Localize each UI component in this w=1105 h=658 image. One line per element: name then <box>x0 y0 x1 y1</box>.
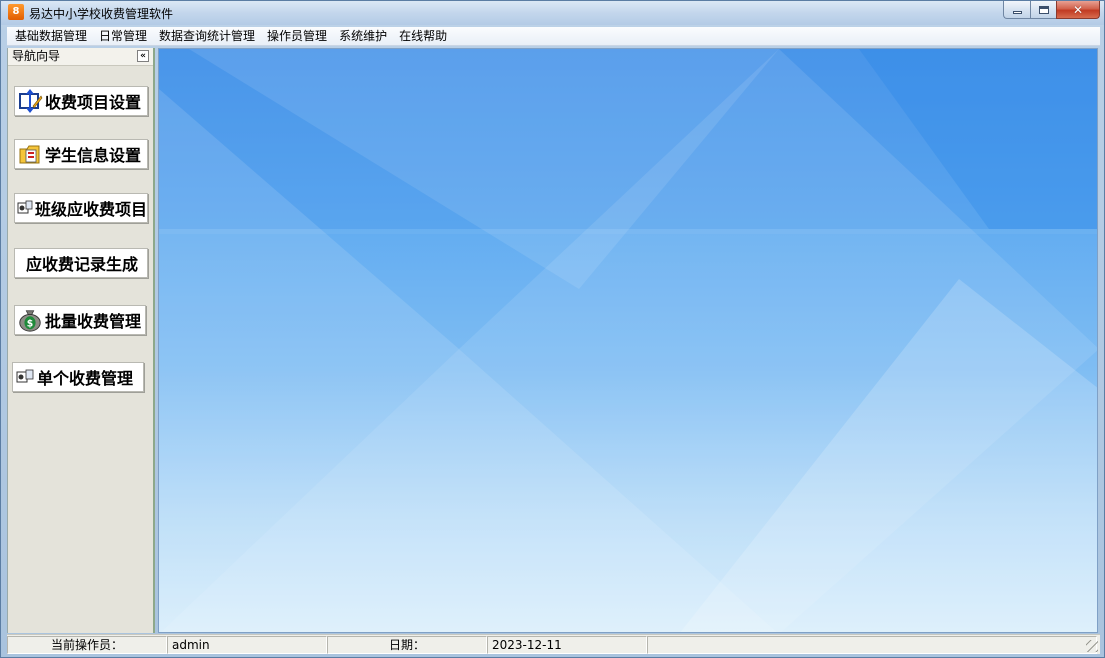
close-button[interactable]: ✕ <box>1056 1 1100 19</box>
nav-panel: 导航向导 « 收费项目设置 学生信息设置 班级应收费项目 应收费记录生成 $ 批… <box>7 48 155 633</box>
student-info-icon <box>17 141 43 167</box>
operator-label: 当前操作员： <box>7 636 167 654</box>
background-artwork <box>159 49 1097 632</box>
nav-button-label: 单个收费管理 <box>37 369 134 388</box>
nav-button-label: 应收费记录生成 <box>25 255 138 274</box>
status-extra <box>647 636 1097 654</box>
money-bag-icon: $ <box>17 307 43 333</box>
minimize-button[interactable] <box>1003 1 1030 19</box>
nav-header: 导航向导 « <box>8 48 153 66</box>
nav-title: 导航向导 <box>12 49 61 63</box>
nav-button-fee-items[interactable]: 收费项目设置 <box>14 86 148 116</box>
date-value: 2023-12-11 <box>487 636 647 654</box>
minimize-icon <box>1012 11 1022 14</box>
menu-help[interactable]: 在线帮助 <box>393 27 453 46</box>
maximize-icon <box>1038 5 1049 14</box>
nav-button-label: 批量收费管理 <box>45 312 142 331</box>
window-title: 易达中小学校收费管理软件 <box>29 7 174 21</box>
nav-button-student-info[interactable]: 学生信息设置 <box>14 139 148 169</box>
maximize-button[interactable] <box>1030 1 1056 19</box>
svg-text:$: $ <box>27 319 33 330</box>
nav-button-label: 学生信息设置 <box>45 146 142 165</box>
date-label: 日期： <box>327 636 487 654</box>
nav-button-label: 收费项目设置 <box>45 93 142 112</box>
fee-items-icon <box>17 88 43 114</box>
nav-button-class-fee[interactable]: 班级应收费项目 <box>14 193 148 223</box>
main-workspace <box>158 48 1098 633</box>
menu-daily[interactable]: 日常管理 <box>93 27 153 46</box>
nav-button-label: 班级应收费项目 <box>35 200 148 219</box>
close-icon: ✕ <box>1072 2 1084 17</box>
collapse-button[interactable]: « <box>137 50 149 62</box>
resize-grip[interactable] <box>1086 640 1098 652</box>
menu-basic-data[interactable]: 基础数据管理 <box>9 27 93 46</box>
nav-button-batch-fee[interactable]: $ 批量收费管理 <box>14 305 146 335</box>
window-controls: ✕ <box>1003 1 1100 19</box>
single-fee-icon <box>15 364 35 390</box>
class-fee-icon <box>17 195 33 221</box>
menu-operator[interactable]: 操作员管理 <box>261 27 333 46</box>
app-window: 8 易达中小学校收费管理软件 ✕ 基础数据管理 日常管理 数据查询统计管理 操作… <box>0 0 1105 658</box>
app-icon[interactable]: 8 <box>8 4 24 20</box>
menu-bar: 基础数据管理 日常管理 数据查询统计管理 操作员管理 系统维护 在线帮助 <box>7 27 1100 46</box>
nav-button-generate-records[interactable]: 应收费记录生成 <box>14 248 148 278</box>
menu-system[interactable]: 系统维护 <box>333 27 393 46</box>
operator-value: admin <box>167 636 327 654</box>
title-bar[interactable]: 8 易达中小学校收费管理软件 ✕ <box>1 1 1104 25</box>
status-bar: 当前操作员： admin 日期： 2023-12-11 <box>7 634 1100 654</box>
menu-query-stats[interactable]: 数据查询统计管理 <box>153 27 261 46</box>
nav-button-single-fee[interactable]: 单个收费管理 <box>12 362 144 392</box>
